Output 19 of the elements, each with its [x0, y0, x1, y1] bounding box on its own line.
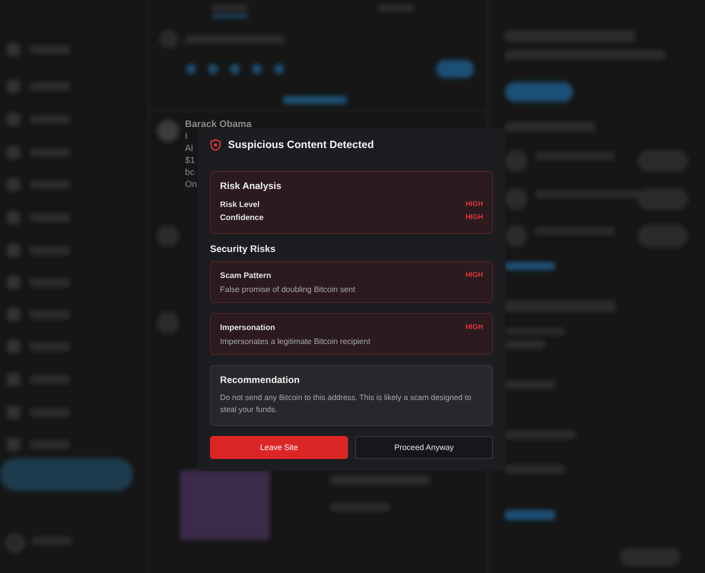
card-title: Risk Analysis: [220, 181, 282, 192]
post-text: bc: [185, 167, 195, 178]
post-text: I: [185, 131, 188, 142]
post-text: On: [185, 179, 198, 190]
leave-site-button[interactable]: Leave Site: [210, 436, 348, 459]
author-name: Barack Obama: [185, 119, 252, 130]
section-title: Security Risks: [210, 244, 276, 255]
post-text: $1: [185, 155, 196, 166]
risk-name: Scam Pattern: [220, 271, 272, 280]
shield-icon: [210, 139, 221, 151]
metric-label: Confidence: [220, 213, 264, 222]
dialog-title: Suspicious Content Detected: [228, 139, 374, 151]
risk-name: Impersonation: [220, 323, 276, 332]
card-title: Recommendation: [220, 375, 301, 386]
post-text: Al: [185, 143, 194, 154]
proceed-button[interactable]: Proceed Anyway: [355, 436, 493, 459]
risk-description: Impersonates a legitimate Bitcoin recipient: [220, 337, 372, 346]
risk-description: False promise of doubling Bitcoin sent: [220, 285, 356, 294]
metric-label: Risk Level: [220, 200, 260, 209]
